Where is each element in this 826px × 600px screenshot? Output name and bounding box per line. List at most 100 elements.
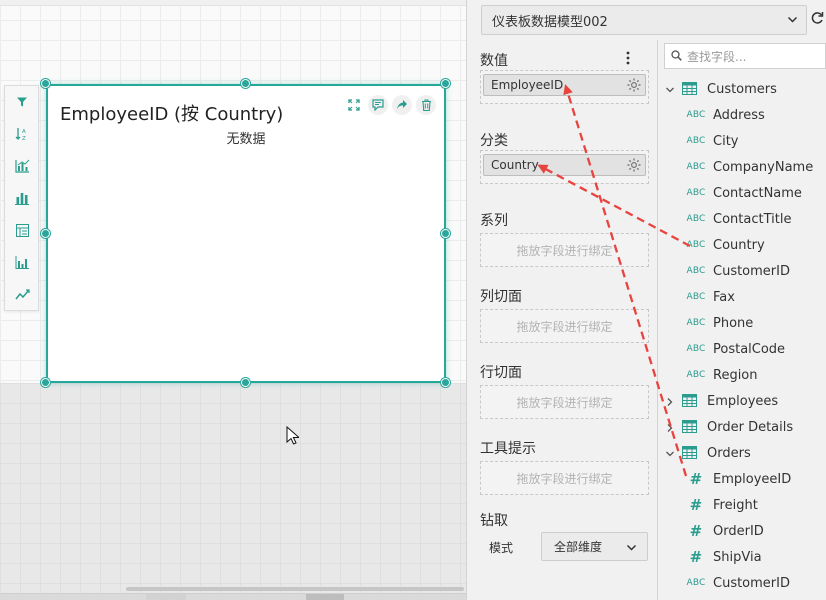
field-name: ContactTitle <box>713 211 792 227</box>
filter-icon[interactable] <box>12 92 32 112</box>
text-type-icon: ABC <box>686 370 706 380</box>
field-item[interactable]: ABC CompanyName <box>658 154 826 180</box>
field-name: City <box>713 133 739 149</box>
table-node[interactable]: Customers <box>658 76 826 102</box>
chevron-down-icon[interactable] <box>665 448 675 463</box>
fullscreen-icon[interactable] <box>344 95 364 115</box>
text-type-icon: ABC <box>686 162 706 172</box>
field-item[interactable]: # OrderID <box>658 518 826 544</box>
resize-handle-bottom-left[interactable] <box>41 378 50 387</box>
table-icon <box>682 394 697 411</box>
text-type-icon: ABC <box>686 240 706 250</box>
resize-handle-top-left[interactable] <box>41 79 50 88</box>
data-model-name: 仪表板数据模型002 <box>492 14 608 30</box>
field-item[interactable]: ABC PostalCode <box>658 336 826 362</box>
delete-icon[interactable] <box>416 95 436 115</box>
chevron-right-icon[interactable] <box>665 396 675 411</box>
field-search-input[interactable]: 查找字段... <box>664 43 826 69</box>
resize-handle-left[interactable] <box>41 229 50 238</box>
search-icon <box>671 50 682 64</box>
svg-text:A: A <box>22 129 26 135</box>
field-item[interactable]: ABC Phone <box>658 310 826 336</box>
field-name: Region <box>713 367 758 383</box>
series-drop-zone[interactable]: 拖放字段进行绑定 <box>480 233 649 267</box>
tooltip-drop-zone[interactable]: 拖放字段进行绑定 <box>480 461 649 495</box>
table-name: Orders <box>707 445 751 461</box>
column-slice-section-label: 列切面 <box>480 289 522 305</box>
number-type-icon: # <box>689 548 703 566</box>
field-item[interactable]: # ShipVia <box>658 544 826 570</box>
table-icon <box>682 420 697 437</box>
field-name: Freight <box>713 497 758 513</box>
chart-type-icon[interactable] <box>12 156 32 176</box>
chevron-down-icon[interactable] <box>665 84 675 99</box>
values-field-chip[interactable]: EmployeeID <box>483 74 646 96</box>
field-item[interactable]: ABC CustomerID <box>658 258 826 284</box>
field-item[interactable]: ABC Region <box>658 362 826 388</box>
table-node[interactable]: Orders <box>658 440 826 466</box>
field-item[interactable]: # EmployeeID <box>658 466 826 492</box>
chevron-down-icon <box>626 542 637 556</box>
row-slice-drop-zone[interactable]: 拖放字段进行绑定 <box>480 385 649 419</box>
field-item[interactable]: ABC ContactTitle <box>658 206 826 232</box>
resize-handle-bottom-right[interactable] <box>441 378 450 387</box>
text-type-icon: ABC <box>686 344 706 354</box>
text-type-icon: ABC <box>686 110 706 120</box>
text-type-icon: ABC <box>686 318 706 328</box>
number-type-icon: # <box>689 496 703 514</box>
table-name: Customers <box>707 81 777 97</box>
resize-handle-top[interactable] <box>241 79 250 88</box>
bar-chart-icon[interactable] <box>12 188 32 208</box>
gear-icon[interactable] <box>626 157 642 176</box>
more-options-icon[interactable] <box>626 51 630 68</box>
table-node[interactable]: Order Details <box>658 414 826 440</box>
resize-handle-top-right[interactable] <box>441 79 450 88</box>
table-icon <box>682 446 697 463</box>
data-model-select[interactable]: 仪表板数据模型002 <box>481 5 807 35</box>
field-name: ContactName <box>713 185 802 201</box>
table-icon[interactable] <box>12 220 32 240</box>
drill-mode-value: 全部维度 <box>554 540 603 554</box>
horizontal-scrollbar[interactable] <box>126 587 464 591</box>
field-name: OrderID <box>713 523 764 539</box>
refresh-icon[interactable] <box>810 11 824 28</box>
field-item[interactable]: ABC Address <box>658 102 826 128</box>
column-chart-icon[interactable] <box>12 252 32 272</box>
chevron-right-icon[interactable] <box>665 422 675 437</box>
share-icon[interactable] <box>392 95 412 115</box>
drill-mode-select[interactable]: 全部维度 <box>541 532 648 561</box>
text-type-icon: ABC <box>686 214 706 224</box>
table-icon <box>682 82 697 99</box>
number-type-icon: # <box>689 470 703 488</box>
widget-title: EmployeeID (按 Country) <box>60 104 284 125</box>
no-data-message: 无数据 <box>226 132 266 147</box>
field-name: ShipVia <box>713 549 762 565</box>
field-item[interactable]: ABC Fax <box>658 284 826 310</box>
values-section-label: 数值 <box>480 53 508 69</box>
table-name: Employees <box>707 393 779 409</box>
line-chart-icon[interactable] <box>12 284 32 304</box>
field-item[interactable]: ABC ContactName <box>658 180 826 206</box>
field-item[interactable]: ABC Country <box>658 232 826 258</box>
chevron-down-icon <box>787 14 798 29</box>
bottom-scroll-strip <box>0 593 466 600</box>
table-name: Order Details <box>707 419 794 435</box>
column-slice-drop-zone[interactable]: 拖放字段进行绑定 <box>480 309 649 343</box>
search-placeholder: 查找字段... <box>687 49 747 64</box>
field-item[interactable]: # Freight <box>658 492 826 518</box>
chart-widget[interactable]: EmployeeID (按 Country) 无数据 <box>46 84 446 383</box>
widget-actions <box>344 95 436 115</box>
field-item[interactable]: ABC CustomerID <box>658 570 826 596</box>
category-section-label: 分类 <box>480 133 508 149</box>
category-field-chip[interactable]: Country <box>483 154 646 176</box>
resize-handle-bottom[interactable] <box>241 378 250 387</box>
resize-handle-right[interactable] <box>441 229 450 238</box>
sort-icon[interactable]: AZ <box>12 124 32 144</box>
gear-icon[interactable] <box>626 77 642 96</box>
svg-text:Z: Z <box>22 136 26 141</box>
comment-icon[interactable] <box>368 95 388 115</box>
table-node[interactable]: Employees <box>658 388 826 414</box>
field-item[interactable]: ABC City <box>658 128 826 154</box>
drill-section-label: 钻取 <box>480 513 508 529</box>
field-name: Address <box>713 107 765 123</box>
